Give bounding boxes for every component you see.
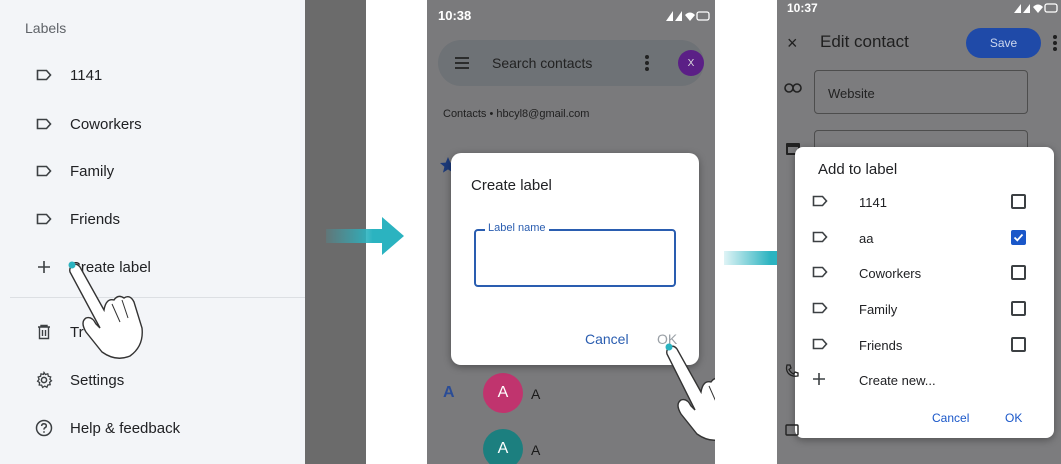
status-icons [666,11,710,21]
label-icon [34,161,54,181]
label-icon [812,195,828,207]
label-option-text: 1141 [859,195,887,210]
save-button[interactable]: Save [966,28,1041,58]
label-icon [812,266,828,278]
help-text: Help & feedback [70,419,181,437]
checkbox[interactable] [1011,194,1026,209]
label-item-text: 1141 [70,66,103,84]
website-field[interactable]: Website [814,70,1028,114]
page-title: Edit contact [820,32,909,51]
label-item-text: Family [70,162,115,180]
label-icon [34,65,54,85]
label-item-1141[interactable]: 1141 [0,55,305,95]
create-label-screen: 10:38 Search contacts X Contacts • hbcyl… [427,0,715,464]
checkbox[interactable] [1011,265,1026,280]
trash-item[interactable]: Tr [0,312,305,352]
gear-icon [34,370,54,390]
dialog-title: Create label [471,177,552,194]
labels-drawer-screen: Labels 1141 Coworkers Family Friends Cre… [0,0,366,464]
create-label-dialog: Create label Label name Cancel OK [451,153,699,365]
label-item-family[interactable]: Family [0,151,305,191]
cancel-button[interactable]: Cancel [932,411,969,425]
label-option-1141[interactable]: 1141 [795,185,1054,221]
tap-hand-icon [68,261,143,359]
more-vert-icon[interactable] [644,54,650,72]
label-option-text: aa [859,231,874,246]
website-placeholder: Website [828,86,875,101]
label-icon [812,231,828,243]
edit-contact-screen: 10:37 × Edit contact Save Website Add to… [777,0,1061,464]
note-icon [785,424,799,436]
checkbox-checked[interactable] [1011,230,1026,245]
status-time: 10:38 [438,8,472,23]
ok-button[interactable]: OK [1005,411,1022,425]
label-icon [812,302,828,314]
label-option-family[interactable]: Family [795,292,1054,328]
label-item-text: Friends [70,210,121,228]
tutorial-composite: Labels 1141 Coworkers Family Friends Cre… [0,0,1061,464]
contact-avatar: A [483,373,523,413]
tap-hand-icon [665,343,715,441]
label-option-aa[interactable]: aa [795,221,1054,257]
label-name-field[interactable]: Label name [474,222,676,287]
settings-text: Settings [70,371,125,389]
checkbox[interactable] [1011,337,1026,352]
create-new-text: Create new... [859,373,936,388]
create-label-button[interactable]: Create label [0,247,305,287]
search-input[interactable]: Search contacts [492,55,592,71]
close-icon[interactable]: × [787,33,798,54]
drawer-divider [10,297,305,298]
settings-item[interactable]: Settings [0,360,305,400]
contact-name: A [531,386,541,402]
plus-icon [34,257,54,277]
plus-icon [813,373,825,385]
label-option-coworkers[interactable]: Coworkers [795,256,1054,292]
status-time: 10:37 [787,1,818,15]
label-option-text: Friends [859,338,903,353]
label-name-field-label: Label name [485,222,549,234]
help-feedback-item[interactable]: Help & feedback [0,408,305,448]
search-bar[interactable]: Search contacts X [438,40,704,86]
status-icons [1014,3,1058,13]
link-icon [784,83,802,93]
arrow-right-icon [326,217,404,255]
contact-name: A [531,442,541,458]
cancel-button[interactable]: Cancel [585,331,629,347]
help-icon [34,418,54,438]
phone-icon [785,364,799,377]
checkbox[interactable] [1011,301,1026,316]
account-header: Contacts • hbcyl8@gmail.com [443,108,590,120]
contact-avatar: A [483,429,523,464]
check-icon [1013,233,1024,242]
trash-icon [34,322,54,342]
label-item-coworkers[interactable]: Coworkers [0,104,305,144]
menu-icon[interactable] [454,56,470,70]
more-vert-icon[interactable] [1052,34,1058,52]
label-icon [812,338,828,350]
labels-heading: Labels [25,20,67,36]
create-new-button[interactable]: Create new... [795,363,1054,399]
dialog-title: Add to label [818,161,898,178]
label-option-friends[interactable]: Friends [795,328,1054,364]
section-letter: A [443,384,455,401]
label-item-friends[interactable]: Friends [0,199,305,239]
label-option-text: Coworkers [859,266,922,281]
label-item-text: Coworkers [70,115,142,133]
label-icon [34,209,54,229]
account-avatar[interactable]: X [678,50,704,76]
navigation-drawer: Labels 1141 Coworkers Family Friends Cre… [0,0,305,464]
add-to-label-dialog: Add to label 1141 aa Coworkers Family Fr… [795,147,1054,438]
label-icon [34,114,54,134]
label-option-text: Family [859,302,898,317]
